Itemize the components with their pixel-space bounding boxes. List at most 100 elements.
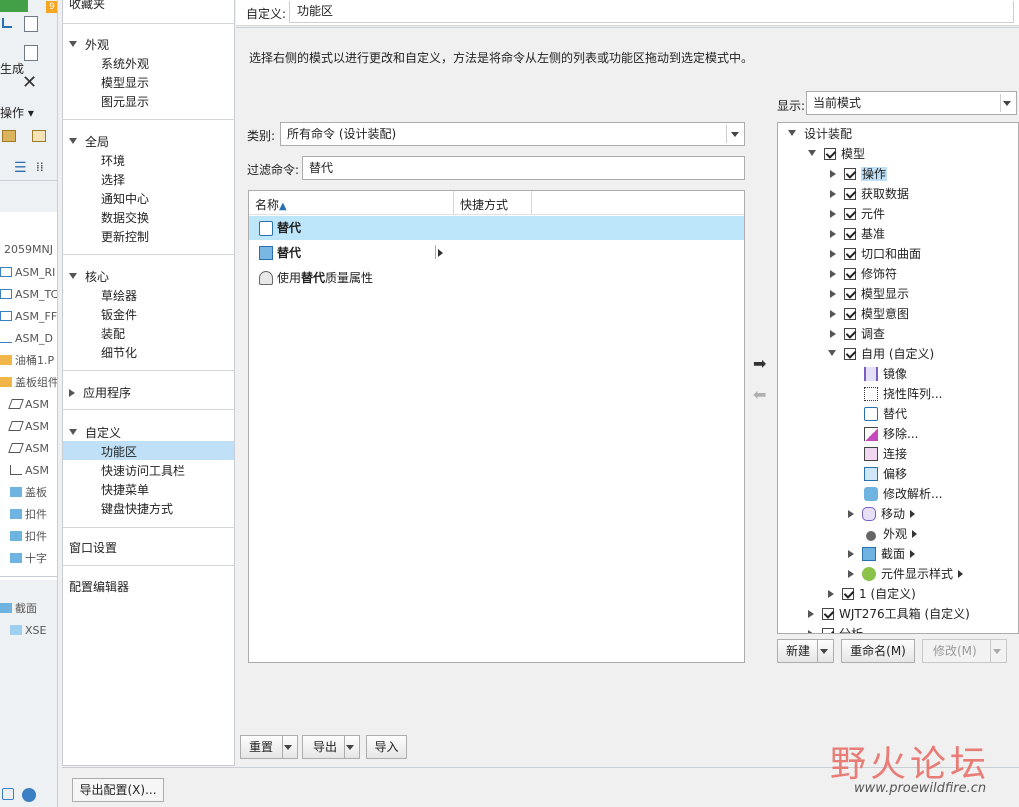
tree-root[interactable]: 设计装配	[788, 124, 852, 144]
paste-icon[interactable]	[24, 45, 38, 61]
filter-input[interactable]: 替代	[302, 156, 745, 180]
remove-from-ribbon-arrow-icon[interactable]: ⬅	[753, 385, 766, 404]
substitute-icon	[864, 407, 878, 421]
import-button[interactable]: 导入	[366, 735, 407, 759]
tree-node-wjt276-toolbox[interactable]: WJT276工具箱 (自定义)	[808, 604, 970, 624]
options-nav: 收藏夹 外观 系统外观 模型显示 图元显示 全局 环境 选择 通知中心 数据交换…	[62, 0, 235, 766]
nav-item-notification-center[interactable]: 通知中心	[101, 190, 149, 207]
nav-window-settings[interactable]: 窗口设置	[69, 539, 117, 556]
tree-node-get-data[interactable]: 获取数据	[830, 184, 909, 204]
list-item[interactable]: 十字	[10, 548, 47, 570]
globe-icon[interactable]	[22, 788, 36, 802]
copy-icon[interactable]	[24, 16, 38, 32]
nav-favorites[interactable]: 收藏夹	[69, 0, 105, 12]
tree-node-analysis[interactable]: 分析	[808, 624, 863, 633]
tree-node-model[interactable]: 模型	[808, 144, 865, 164]
delete-icon[interactable]: ✕	[22, 72, 37, 93]
column-header-shortcut[interactable]: 快捷方式	[460, 196, 508, 213]
nav-section-applications[interactable]: 应用程序	[69, 384, 131, 401]
category-select[interactable]: 所有命令 (设计装配)	[280, 122, 745, 146]
tree-item-substitute[interactable]: 替代	[864, 404, 907, 424]
nav-section-appearance[interactable]: 外观	[69, 36, 109, 53]
nav-item-entity-display[interactable]: 图元显示	[101, 93, 149, 110]
list-item[interactable]: 盖板	[10, 482, 47, 504]
tree-node-datum[interactable]: 基准	[830, 224, 885, 244]
export-config-button[interactable]: 导出配置(X)...	[72, 778, 164, 802]
list-item[interactable]: ASM	[8, 438, 49, 460]
nav-item-detailing[interactable]: 细节化	[101, 344, 137, 361]
nav-item-selection[interactable]: 选择	[101, 171, 125, 188]
list-icon[interactable]: ☰	[14, 160, 27, 176]
tree-node-custom-group[interactable]: 自用 (自定义)	[828, 344, 934, 364]
grid-icon[interactable]: ⁞⁞	[36, 160, 44, 174]
part-icon	[10, 509, 22, 519]
nav-item-shortcut-menus[interactable]: 快捷菜单	[101, 481, 149, 498]
list-item[interactable]: XSE	[10, 620, 46, 642]
display-mode-select[interactable]: 当前模式	[806, 91, 1017, 115]
list-item[interactable]: ASM	[8, 394, 49, 416]
tree-item-offset[interactable]: 偏移	[864, 464, 907, 484]
tree-node-custom-1[interactable]: 1 (自定义)	[828, 584, 916, 604]
table-row[interactable]: 替代	[249, 241, 744, 265]
nav-item-quick-access-toolbar[interactable]: 快速访问工具栏	[101, 462, 185, 479]
tree-node-modifiers[interactable]: 修饰符	[830, 264, 897, 284]
new-button[interactable]: 新建	[777, 639, 834, 663]
tree-item-move[interactable]: 移动	[848, 504, 916, 524]
folder-icon[interactable]	[2, 130, 16, 142]
tree-node-model-intent[interactable]: 模型意图	[830, 304, 909, 324]
list-item[interactable]: 扣件	[10, 526, 47, 548]
tree-item-section[interactable]: 截面	[848, 544, 916, 564]
rename-button[interactable]: 重命名(M)	[841, 639, 915, 663]
nav-section-global[interactable]: 全局	[69, 133, 109, 150]
list-item[interactable]: ASM_RI	[0, 262, 55, 284]
nav-item-keyboard-shortcuts[interactable]: 键盘快捷方式	[101, 500, 173, 517]
list-item[interactable]: ASM_FF	[0, 306, 57, 328]
nav-item-system-appearance[interactable]: 系统外观	[101, 55, 149, 72]
nav-item-sheetmetal[interactable]: 钣金件	[101, 306, 137, 323]
nav-section-core[interactable]: 核心	[69, 268, 109, 285]
modify-button[interactable]: 修改(M)	[922, 639, 1007, 663]
arrow-icon[interactable]	[2, 18, 12, 28]
status-icon[interactable]	[2, 788, 14, 800]
list-item[interactable]: 盖板组件	[0, 372, 57, 394]
nav-section-customize[interactable]: 自定义	[69, 424, 121, 441]
list-item[interactable]: ASM_D	[0, 328, 53, 350]
list-item[interactable]: ASM_TC	[0, 284, 57, 306]
list-item[interactable]: ASM	[10, 460, 49, 482]
tree-node-component[interactable]: 元件	[830, 204, 885, 224]
nav-config-editor[interactable]: 配置编辑器	[69, 578, 129, 595]
settings-icon[interactable]	[32, 130, 46, 142]
tree-node-model-display[interactable]: 模型显示	[830, 284, 909, 304]
tree-item-flexible-pattern[interactable]: 挠性阵列...	[864, 384, 942, 404]
tree-node-investigate[interactable]: 调查	[830, 324, 885, 344]
toolbar-operations-label[interactable]: 操作 ▾	[0, 104, 34, 121]
list-item[interactable]: 油桶1.P	[0, 350, 54, 372]
nav-item-update-control[interactable]: 更新控制	[101, 228, 149, 245]
tree-node-cut-surface[interactable]: 切口和曲面	[830, 244, 921, 264]
column-header-name[interactable]: 名称▲	[255, 196, 287, 213]
table-row[interactable]: 替代	[249, 216, 744, 240]
tree-item-modify-analysis[interactable]: 修改解析...	[864, 484, 942, 504]
tree-item-appearance[interactable]: 外观	[864, 524, 918, 544]
nav-item-model-display[interactable]: 模型显示	[101, 74, 149, 91]
list-item[interactable]: 扣件	[10, 504, 47, 526]
tree-item-remove[interactable]: 移除...	[864, 424, 918, 444]
nav-item-ribbon[interactable]: 功能区	[101, 443, 137, 460]
nav-item-environment[interactable]: 环境	[101, 152, 125, 169]
nav-item-sketcher[interactable]: 草绘器	[101, 287, 137, 304]
nav-item-assembly[interactable]: 装配	[101, 325, 125, 342]
nav-item-data-exchange[interactable]: 数据交换	[101, 209, 149, 226]
green-toolbar-icon[interactable]	[0, 0, 28, 12]
reset-button[interactable]: 重置	[240, 735, 298, 759]
part-icon	[10, 553, 22, 563]
table-row[interactable]: 使用替代质量属性	[249, 266, 744, 290]
tree-item-component-display-style[interactable]: 元件显示样式	[848, 564, 964, 584]
export-button[interactable]: 导出	[302, 735, 360, 759]
tree-item-mirror[interactable]: 镜像	[864, 364, 907, 384]
list-item[interactable]: 截面	[0, 598, 37, 620]
tree-item-connect[interactable]: 连接	[864, 444, 907, 464]
list-item[interactable]: ASM	[8, 416, 49, 438]
list-item[interactable]: 2059MNJ	[4, 239, 53, 261]
tree-node-operations[interactable]: 操作	[830, 164, 888, 184]
add-to-ribbon-arrow-icon[interactable]: ➡	[753, 354, 766, 373]
